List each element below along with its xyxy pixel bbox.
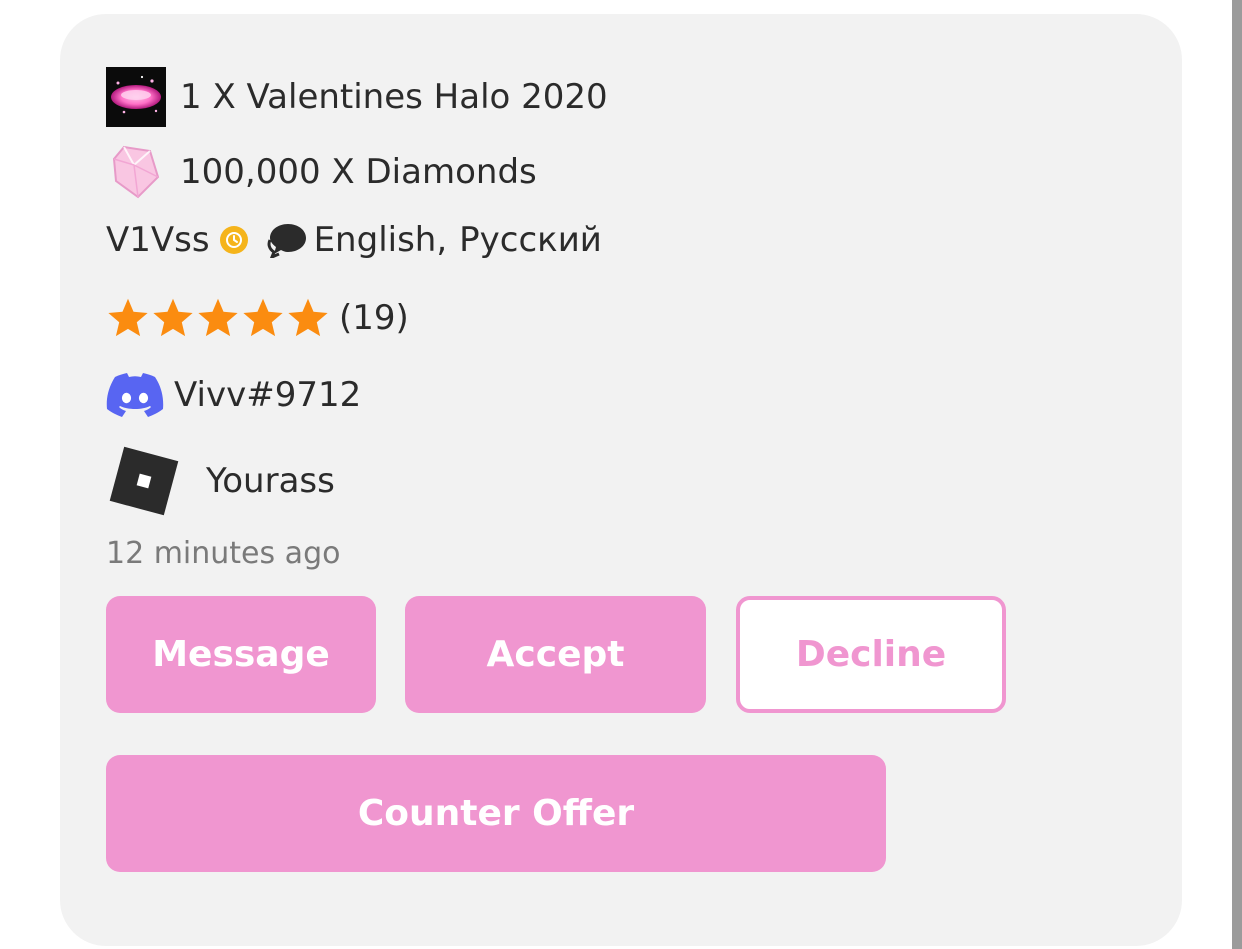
scrollbar[interactable] bbox=[1232, 0, 1242, 949]
trader-roblox-row: Yourass bbox=[106, 446, 335, 516]
star-icon bbox=[198, 298, 238, 337]
roblox-icon bbox=[106, 446, 182, 516]
offer-item-halo: 1 X Valentines Halo 2020 bbox=[106, 67, 608, 127]
offer-item-label: 100,000 X Diamonds bbox=[180, 152, 537, 192]
trader-languages-secondary: Русский bbox=[459, 220, 602, 260]
page: 1 X Valentines Halo 2020 100,000 X Diamo… bbox=[0, 0, 1242, 949]
offer-timestamp: 12 minutes ago bbox=[106, 536, 341, 571]
counter-offer-button[interactable]: Counter Offer bbox=[106, 755, 886, 872]
star-icon bbox=[243, 298, 283, 337]
star-icon bbox=[153, 298, 193, 337]
trader-discord: Vivv#9712 bbox=[174, 375, 362, 415]
pink-diamond-icon bbox=[106, 142, 166, 202]
rating-count: (19) bbox=[339, 298, 409, 338]
trader-rating-row: (19) bbox=[106, 296, 409, 340]
clock-icon bbox=[219, 226, 248, 254]
offer-item-label: 1 X Valentines Halo 2020 bbox=[180, 77, 608, 117]
message-button[interactable]: Message bbox=[106, 596, 376, 713]
trader-languages-primary: English, bbox=[313, 220, 448, 260]
trader-discord-row: Vivv#9712 bbox=[106, 372, 361, 418]
accept-button[interactable]: Accept bbox=[405, 596, 706, 713]
star-icon bbox=[108, 298, 148, 337]
rating-stars bbox=[106, 296, 331, 340]
trader-roblox: Yourass bbox=[206, 461, 335, 501]
valentines-halo-thumbnail bbox=[106, 67, 166, 127]
trader-username[interactable]: V1Vss bbox=[106, 220, 210, 260]
star-icon bbox=[288, 298, 328, 337]
chat-bubble-icon bbox=[266, 222, 308, 258]
decline-button[interactable]: Decline bbox=[736, 596, 1006, 713]
discord-icon bbox=[106, 372, 164, 418]
trader-info-row: V1Vss English, Русский bbox=[106, 220, 602, 260]
offer-item-diamonds: 100,000 X Diamonds bbox=[106, 142, 537, 202]
